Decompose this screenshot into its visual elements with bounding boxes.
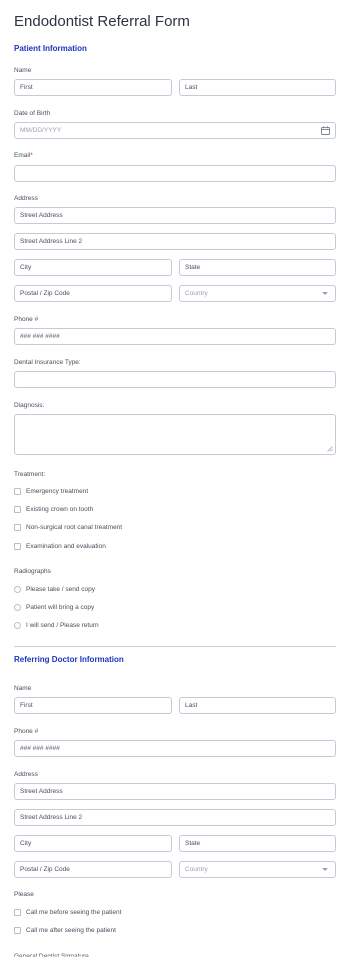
doctor-country-value: Country	[185, 866, 208, 873]
option-label: Examination and evaluation	[26, 542, 106, 550]
treatment-option-emergency[interactable]: Emergency treatment	[14, 486, 88, 496]
dental-insurance-field[interactable]	[14, 371, 336, 388]
required-asterisk: *	[30, 152, 33, 159]
treatment-label: Treatment:	[14, 471, 46, 478]
email-field[interactable]	[14, 165, 336, 182]
section-referring-doctor-information: Referring Doctor Information	[14, 655, 124, 664]
patient-first-name-sublabel: First	[20, 84, 33, 91]
checkbox[interactable]	[14, 523, 21, 531]
option-label: Existing crown on tooth	[26, 505, 94, 513]
doctor-first-name-sublabel: First	[20, 702, 33, 709]
doctor-state-field[interactable]: State	[179, 835, 336, 852]
option-label: Emergency treatment	[26, 487, 89, 495]
patient-last-name-sublabel: Last	[185, 84, 198, 91]
doctor-last-name-field[interactable]: Last	[179, 697, 336, 714]
chevron-down-icon	[322, 292, 328, 295]
checkbox[interactable]	[14, 926, 21, 934]
email-label: Email*	[14, 152, 33, 159]
option-label: Patient will bring a copy	[26, 603, 95, 611]
dob-input[interactable]: MM/DD/YYYY	[14, 122, 336, 139]
dob-placeholder: MM/DD/YYYY	[20, 127, 62, 134]
form-title: Endodontist Referral Form	[14, 13, 190, 30]
doctor-street-address-field[interactable]: Street Address	[14, 783, 336, 800]
diagnosis-label: Diagnosis:	[14, 402, 45, 409]
doctor-phone-field[interactable]: ### ### ####	[14, 740, 336, 757]
treatment-option-examination[interactable]: Examination and evaluation	[14, 541, 106, 551]
please-option-call-before[interactable]: Call me before seeing the patient	[14, 907, 121, 917]
doctor-street2-sublabel: Street Address Line 2	[20, 814, 83, 821]
radio-button[interactable]	[14, 603, 21, 611]
checkbox[interactable]	[14, 542, 21, 550]
chevron-down-icon	[322, 868, 328, 871]
checkbox[interactable]	[14, 487, 21, 495]
doctor-street-sublabel: Street Address	[20, 788, 63, 795]
doctor-name-label: Name	[14, 685, 32, 692]
resize-grip-icon[interactable]	[327, 446, 333, 452]
doctor-postal-sublabel: Postal / Zip Code	[20, 866, 70, 873]
option-label: Please take / send copy	[26, 585, 96, 593]
treatment-option-root-canal[interactable]: Non-surgical root canal treatment	[14, 522, 122, 532]
patient-street-address-line2-field[interactable]: Street Address Line 2	[14, 233, 336, 250]
section-divider	[14, 646, 336, 647]
patient-address-label: Address	[14, 195, 38, 202]
doctor-address-label: Address	[14, 771, 38, 778]
calendar-icon[interactable]	[321, 126, 330, 135]
patient-country-select[interactable]: Country	[179, 285, 336, 302]
radiograph-option-patient-bring[interactable]: Patient will bring a copy	[14, 602, 94, 612]
please-label: Please	[14, 891, 34, 898]
patient-country-value: Country	[185, 290, 208, 297]
radio-button[interactable]	[14, 585, 21, 593]
patient-street2-sublabel: Street Address Line 2	[20, 238, 83, 245]
radio-button[interactable]	[14, 621, 21, 629]
patient-last-name-field[interactable]: Last	[179, 79, 336, 96]
patient-city-sublabel: City	[20, 264, 32, 271]
doctor-city-sublabel: City	[20, 840, 32, 847]
patient-street-address-field[interactable]: Street Address	[14, 207, 336, 224]
patient-state-field[interactable]: State	[179, 259, 336, 276]
doctor-street-address-line2-field[interactable]: Street Address Line 2	[14, 809, 336, 826]
checkbox[interactable]	[14, 505, 21, 513]
doctor-postal-code-field[interactable]: Postal / Zip Code	[14, 861, 172, 878]
doctor-country-select[interactable]: Country	[179, 861, 336, 878]
doctor-city-field[interactable]: City	[14, 835, 172, 852]
checkbox[interactable]	[14, 908, 21, 916]
patient-phone-label: Phone #	[14, 316, 39, 323]
patient-phone-field[interactable]: ### ### ####	[14, 328, 336, 345]
diagnosis-textarea[interactable]	[14, 414, 336, 455]
option-label: Call me after seeing the patient	[26, 926, 116, 934]
radiograph-option-i-will-send[interactable]: I will send / Please return	[14, 620, 99, 630]
doctor-state-sublabel: State	[185, 840, 201, 847]
option-label: I will send / Please return	[26, 621, 99, 629]
doctor-first-name-field[interactable]: First	[14, 697, 172, 714]
doctor-last-name-sublabel: Last	[185, 702, 198, 709]
patient-postal-code-field[interactable]: Postal / Zip Code	[14, 285, 172, 302]
radiograph-option-take-send[interactable]: Please take / send copy	[14, 584, 95, 594]
doctor-phone-label: Phone #	[14, 728, 39, 735]
patient-city-field[interactable]: City	[14, 259, 172, 276]
patient-street-sublabel: Street Address	[20, 212, 63, 219]
option-label: Call me before seeing the patient	[26, 908, 122, 916]
patient-state-sublabel: State	[185, 264, 201, 271]
patient-first-name-field[interactable]: First	[14, 79, 172, 96]
patient-name-label: Name	[14, 67, 32, 74]
dob-label: Date of Birth	[14, 110, 51, 117]
treatment-option-existing-crown[interactable]: Existing crown on tooth	[14, 504, 93, 514]
dental-insurance-label: Dental Insurance Type:	[14, 359, 81, 366]
section-patient-information: Patient Information	[14, 44, 87, 53]
radiographs-label: Radiographs	[14, 568, 51, 575]
email-label-text: Email	[14, 152, 31, 159]
option-label: Non-surgical root canal treatment	[26, 523, 123, 531]
please-option-call-after[interactable]: Call me after seeing the patient	[14, 925, 116, 935]
patient-postal-sublabel: Postal / Zip Code	[20, 290, 70, 297]
general-dentist-signature-label: General Dentist Signature	[14, 953, 89, 960]
